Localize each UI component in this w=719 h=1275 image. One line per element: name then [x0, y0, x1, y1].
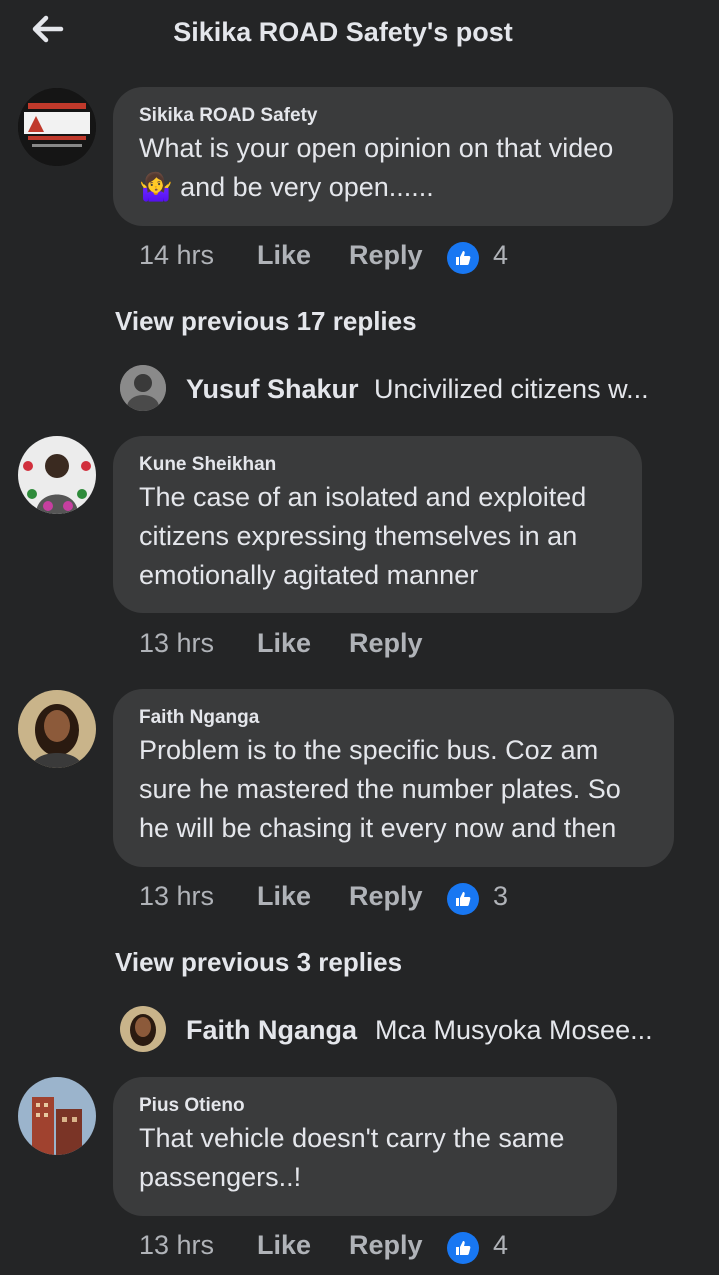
header: Sikika ROAD Safety's post [0, 0, 719, 70]
comment-line: he will be chasing it every now and then [139, 813, 617, 843]
comment-bubble[interactable]: Kune Sheikhan The case of an isolated an… [113, 436, 642, 613]
reply-author: Faith Nganga [186, 1015, 358, 1045]
comment-line: 🤷‍♀️ and be very open...... [139, 172, 434, 202]
reply-button[interactable]: Reply [349, 240, 423, 271]
comment-line: sure he mastered the number plates. So [139, 774, 621, 804]
reply-preview[interactable]: Faith Nganga Mca Musyoka Mosee... [120, 1006, 700, 1056]
reply-text: Mca Musyoka Mosee... [375, 1015, 653, 1045]
comment-bubble[interactable]: Faith Nganga Problem is to the specific … [113, 689, 674, 867]
comment-actions: 14 hrs Like Reply 4 [139, 240, 559, 276]
comment-line: That vehicle doesn't carry the same [139, 1123, 565, 1153]
comment-text: That vehicle doesn't carry the same pass… [139, 1119, 591, 1197]
comment-line: What is your open opinion on that video [139, 133, 614, 163]
comment-line: The case of an isolated and exploited [139, 482, 587, 512]
reply-preview[interactable]: Yusuf Shakur Uncivilized citizens w... [120, 365, 700, 415]
comment-bubble[interactable]: Sikika ROAD Safety What is your open opi… [113, 87, 673, 226]
comment-time[interactable]: 13 hrs [139, 881, 214, 912]
avatar[interactable] [18, 88, 96, 166]
view-previous-replies-button[interactable]: View previous 17 replies [115, 306, 417, 337]
reply-button[interactable]: Reply [349, 881, 423, 912]
avatar[interactable] [18, 690, 96, 768]
comment-author[interactable]: Faith Nganga [139, 707, 648, 729]
avatar[interactable] [18, 1077, 96, 1155]
comment-line: Problem is to the specific bus. Coz am [139, 735, 599, 765]
page-title: Sikika ROAD Safety's post [173, 17, 513, 47]
avatar [120, 1006, 166, 1052]
avatar[interactable] [18, 436, 96, 514]
comment-line: emotionally agitated manner [139, 560, 479, 590]
comment-time[interactable]: 13 hrs [139, 1230, 214, 1261]
view-previous-replies-button[interactable]: View previous 3 replies [115, 947, 402, 978]
comment-bubble[interactable]: Pius Otieno That vehicle doesn't carry t… [113, 1077, 617, 1216]
comment-text: What is your open opinion on that video … [139, 129, 647, 207]
reply-button[interactable]: Reply [349, 1230, 423, 1261]
reaction-count[interactable]: 4 [493, 1230, 508, 1261]
comment-line: citizens expressing themselves in an [139, 521, 578, 551]
post-comments-page: Sikika ROAD Safety's post Sikika ROAD Sa… [0, 0, 719, 1275]
comment-actions: 13 hrs Like Reply 3 [139, 881, 559, 917]
reaction-count[interactable]: 3 [493, 881, 508, 912]
like-button[interactable]: Like [257, 881, 311, 912]
thumbs-up-icon[interactable] [447, 883, 479, 915]
reaction-count[interactable]: 4 [493, 240, 508, 271]
like-button[interactable]: Like [257, 628, 311, 659]
comment-actions: 13 hrs Like Reply [139, 628, 559, 664]
comment-author[interactable]: Kune Sheikhan [139, 454, 616, 476]
comment-author[interactable]: Sikika ROAD Safety [139, 105, 647, 127]
thumbs-up-icon[interactable] [447, 1232, 479, 1264]
like-button[interactable]: Like [257, 240, 311, 271]
reply-text: Uncivilized citizens w... [374, 374, 649, 404]
reply-author: Yusuf Shakur [186, 374, 359, 404]
avatar [120, 365, 166, 411]
comment-text: Problem is to the specific bus. Coz am s… [139, 731, 648, 848]
like-button[interactable]: Like [257, 1230, 311, 1261]
comment-time[interactable]: 14 hrs [139, 240, 214, 271]
comment-actions: 13 hrs Like Reply 4 [139, 1230, 559, 1266]
comment-line: passengers..! [139, 1162, 302, 1192]
comment-author[interactable]: Pius Otieno [139, 1095, 591, 1117]
comment-text: The case of an isolated and exploited ci… [139, 478, 616, 595]
thumbs-up-icon[interactable] [447, 242, 479, 274]
reply-button[interactable]: Reply [349, 628, 423, 659]
comment-time[interactable]: 13 hrs [139, 628, 214, 659]
